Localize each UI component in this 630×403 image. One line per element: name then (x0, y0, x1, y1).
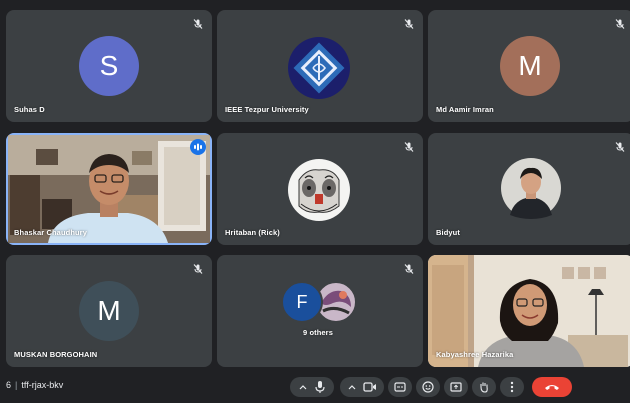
camera-icon[interactable] (363, 382, 377, 392)
hand-icon[interactable] (478, 381, 490, 393)
participant-tile[interactable]: Hritaban (Rick) (217, 133, 423, 245)
avatar: F (281, 281, 323, 323)
participant-name: Kabyashree Hazarika (436, 350, 514, 359)
raise-hand-button[interactable] (472, 377, 496, 397)
bottom-control-bar: 6 | tff-rjax-bkv (0, 372, 630, 403)
mic-off-icon (404, 19, 414, 29)
participant-name: Md Aamir Imran (436, 105, 494, 114)
captions-button[interactable] (388, 377, 412, 397)
end-call-button[interactable] (532, 377, 572, 397)
chevron-up-icon[interactable] (298, 383, 308, 391)
participant-tile[interactable]: M MUSKAN BORGOHAIN (6, 255, 212, 367)
participant-name: MUSKAN BORGOHAIN (14, 350, 98, 359)
participant-tile[interactable]: S Suhas D (6, 10, 212, 122)
more-options-button[interactable] (500, 377, 524, 397)
participant-name: IEEE Tezpur University (225, 105, 309, 114)
captions-icon[interactable] (394, 382, 406, 392)
meeting-grid: S Suhas D IEEE Tezpur University M Md Aa… (0, 0, 630, 403)
participant-name: 9 others (303, 328, 333, 337)
avatar: M (79, 281, 139, 341)
mic-icon[interactable] (314, 380, 326, 394)
mic-off-icon (615, 142, 625, 152)
avatar-sketch (288, 159, 350, 221)
end-call-icon[interactable] (543, 382, 561, 392)
mic-off-icon (404, 142, 414, 152)
more-vert-icon[interactable] (510, 381, 514, 393)
participant-tile[interactable]: IEEE Tezpur University (217, 10, 423, 122)
participant-name: Bidyut (436, 228, 460, 237)
meeting-code: 6 | tff-rjax-bkv (6, 380, 64, 390)
avatar: S (79, 36, 139, 96)
chevron-up-icon[interactable] (347, 383, 357, 391)
mic-off-icon (193, 264, 203, 274)
camera-control-group[interactable] (340, 377, 384, 397)
participant-tile-video[interactable]: Bhaskar Chaudhury (6, 133, 212, 245)
video-feed (8, 135, 210, 243)
mic-off-icon (193, 19, 203, 29)
present-button[interactable] (444, 377, 468, 397)
participant-tile[interactable]: M Md Aamir Imran (428, 10, 630, 122)
mic-control-group[interactable] (290, 377, 334, 397)
emoji-icon[interactable] (422, 381, 434, 393)
participant-tile[interactable]: Bidyut (428, 133, 630, 245)
ieee-logo-icon (288, 37, 350, 99)
participant-name: Suhas D (14, 105, 45, 114)
others-tile[interactable]: F 9 others (217, 255, 423, 367)
participant-tile-video[interactable]: Kabyashree Hazarika (428, 255, 630, 367)
mic-off-icon (404, 264, 414, 274)
emoji-button[interactable] (416, 377, 440, 397)
mic-off-icon (615, 19, 625, 29)
present-screen-icon[interactable] (450, 382, 462, 392)
participant-name: Hritaban (Rick) (225, 228, 280, 237)
participant-name: Bhaskar Chaudhury (14, 228, 87, 237)
avatar-photo (501, 158, 561, 219)
speaking-indicator-icon (190, 139, 206, 155)
avatar: M (500, 36, 560, 96)
